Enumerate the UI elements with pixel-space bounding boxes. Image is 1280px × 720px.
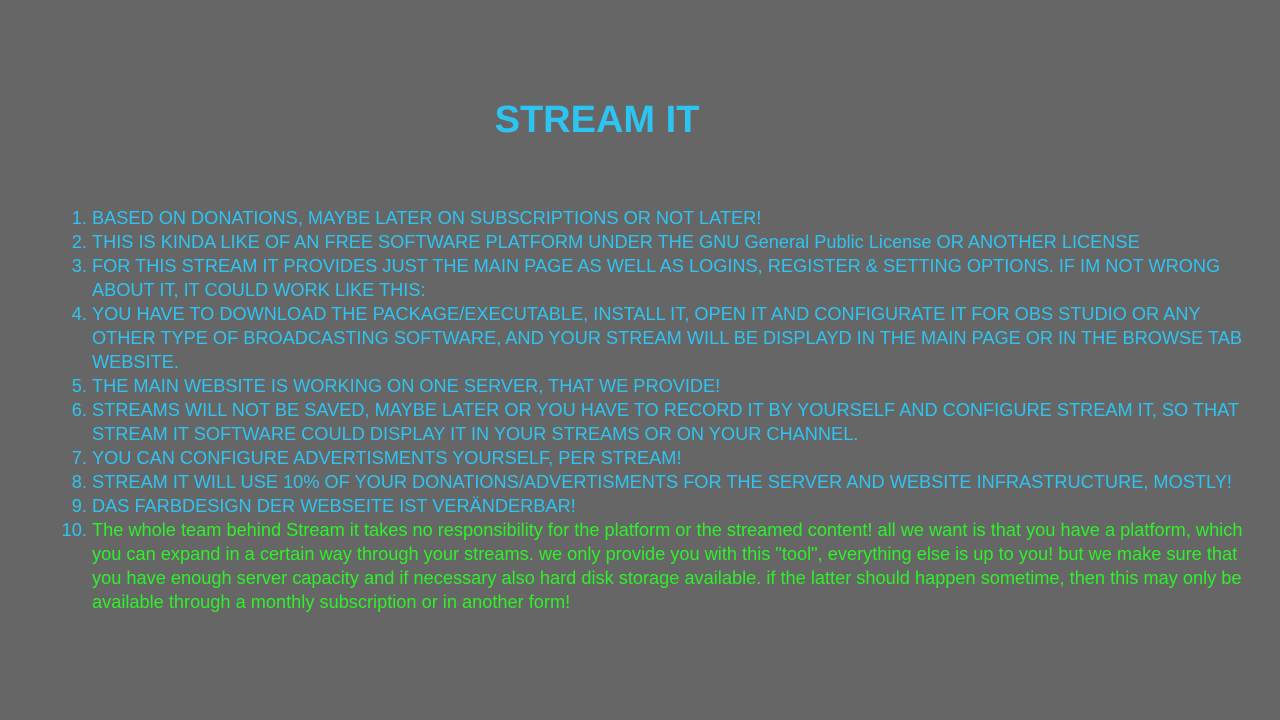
list-item: THIS IS KINDA LIKE OF AN FREE SOFTWARE P… [92, 230, 1252, 254]
list-item: YOU HAVE TO DOWNLOAD THE PACKAGE/EXECUTA… [92, 302, 1252, 374]
disclaimer-list-item: The whole team behind Stream it takes no… [92, 518, 1252, 614]
list-item: FOR THIS STREAM IT PROVIDES JUST THE MAI… [92, 254, 1252, 302]
list-item: YOU CAN CONFIGURE ADVERTISMENTS YOURSELF… [92, 446, 1252, 470]
list-item: THE MAIN WEBSITE IS WORKING ON ONE SERVE… [92, 374, 1252, 398]
info-list: BASED ON DONATIONS, MAYBE LATER ON SUBSC… [54, 206, 1252, 614]
list-item: BASED ON DONATIONS, MAYBE LATER ON SUBSC… [92, 206, 1252, 230]
page-title: STREAM IT [494, 99, 700, 141]
list-item: STREAM IT WILL USE 10% OF YOUR DONATIONS… [92, 470, 1252, 494]
list-item: DAS FARBDESIGN DER WEBSEITE IST VERÄNDER… [92, 494, 1252, 518]
list-item: STREAMS WILL NOT BE SAVED, MAYBE LATER O… [92, 398, 1252, 446]
